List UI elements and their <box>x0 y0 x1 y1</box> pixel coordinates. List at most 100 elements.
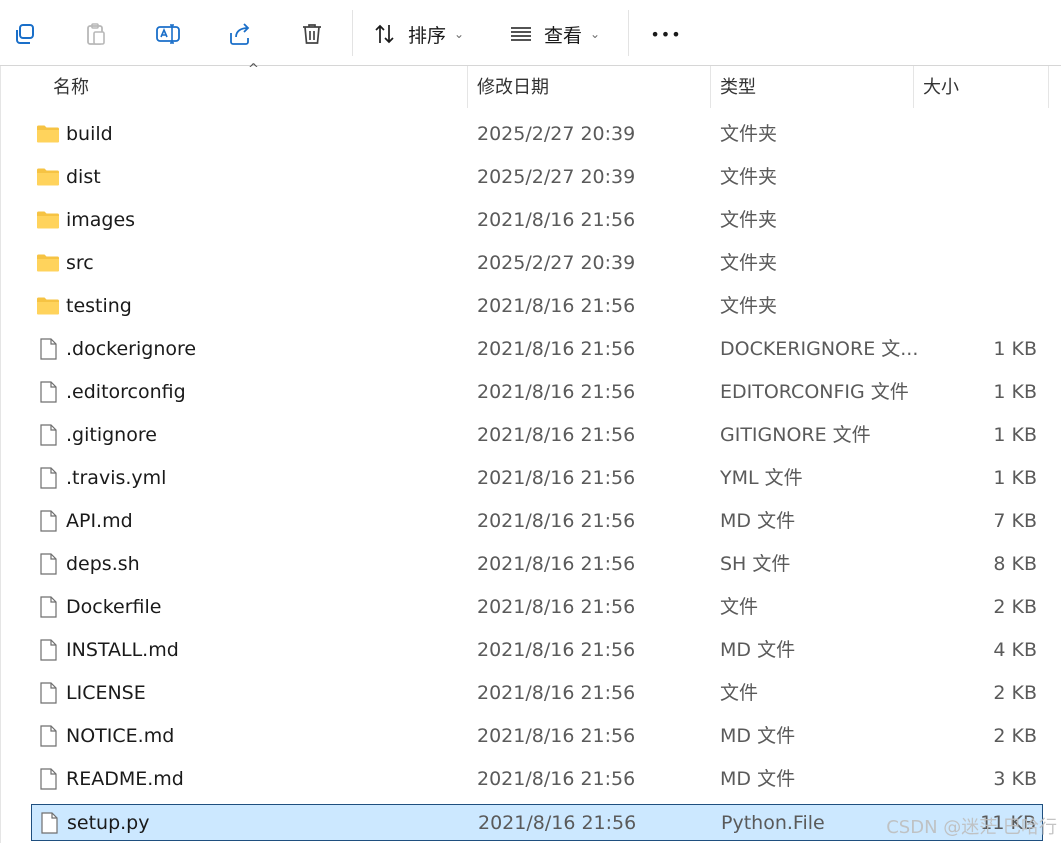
file-modified-date: 2021/8/16 21:56 <box>477 682 636 704</box>
file-icon <box>36 509 60 533</box>
folder-icon <box>36 165 60 189</box>
file-icon <box>36 767 60 791</box>
trash-icon <box>303 24 321 44</box>
file-name: .travis.yml <box>66 467 167 489</box>
column-divider[interactable] <box>467 66 468 108</box>
file-type: 文件夹 <box>720 209 778 231</box>
toolbar-separator <box>628 10 629 56</box>
file-row[interactable]: src 2025/2/27 20:39 文件夹 <box>31 245 1043 282</box>
file-type: SH 文件 <box>720 553 791 575</box>
sort-icon <box>375 24 394 44</box>
file-type: DOCKERIGNORE 文... <box>720 338 919 360</box>
file-type: 文件 <box>720 682 759 704</box>
file-type: MD 文件 <box>720 768 796 790</box>
file-modified-date: 2021/8/16 21:56 <box>477 725 636 747</box>
file-modified-date: 2021/8/16 21:56 <box>477 553 636 575</box>
rename-button[interactable] <box>152 12 184 56</box>
file-type: 文件夹 <box>720 295 778 317</box>
file-row[interactable]: API.md 2021/8/16 21:56 MD 文件 7 KB <box>31 503 1043 540</box>
file-row[interactable]: .travis.yml 2021/8/16 21:56 YML 文件 1 KB <box>31 460 1043 497</box>
file-name: Dockerfile <box>66 596 162 618</box>
file-size: 2 KB <box>993 725 1037 747</box>
file-row[interactable]: .editorconfig 2021/8/16 21:56 EDITORCONFIG… <box>31 374 1043 411</box>
file-name: images <box>66 209 136 231</box>
file-size: 3 KB <box>993 768 1037 790</box>
file-row[interactable]: NOTICE.md 2021/8/16 21:56 MD 文件 2 KB <box>31 718 1043 755</box>
file-name: src <box>66 252 94 274</box>
file-row[interactable]: Dockerfile 2021/8/16 21:56 文件 2 KB <box>31 589 1043 626</box>
folder-icon <box>36 208 60 232</box>
file-icon <box>36 337 60 361</box>
file-row[interactable]: testing 2021/8/16 21:56 文件夹 <box>31 288 1043 325</box>
file-row[interactable]: dist 2025/2/27 20:39 文件夹 <box>31 159 1043 196</box>
column-header-size[interactable]: 大小 <box>923 66 1043 108</box>
file-row[interactable]: build 2025/2/27 20:39 文件夹 <box>31 116 1043 153</box>
file-row[interactable]: deps.sh 2021/8/16 21:56 SH 文件 8 KB <box>31 546 1043 583</box>
file-size: 1 KB <box>993 338 1037 360</box>
file-modified-date: 2021/8/16 21:56 <box>477 295 636 317</box>
column-divider[interactable] <box>913 66 914 108</box>
file-row[interactable]: .gitignore 2021/8/16 21:56 GITIGNORE 文件 1 K… <box>31 417 1043 454</box>
toolbar-separator <box>352 10 353 56</box>
folder-icon <box>36 251 60 275</box>
file-icon <box>36 595 60 619</box>
copy-icon <box>16 24 34 44</box>
delete-button[interactable] <box>296 12 328 56</box>
view-list-icon <box>511 27 531 41</box>
paste-button[interactable] <box>80 12 112 56</box>
file-row[interactable]: INSTALL.md 2021/8/16 21:56 MD 文件 4 KB <box>31 632 1043 669</box>
view-button[interactable]: 查看 ⌄ <box>508 12 618 56</box>
file-modified-date: 2021/8/16 21:56 <box>478 812 637 834</box>
share-icon <box>230 23 250 45</box>
file-row[interactable]: LICENSE 2021/8/16 21:56 文件 2 KB <box>31 675 1043 712</box>
watermark: CSDN @迷茫 巴哈行 <box>886 817 1057 838</box>
column-header-name[interactable]: 名称 <box>53 66 453 108</box>
file-modified-date: 2021/8/16 21:56 <box>477 510 636 532</box>
file-size: 1 KB <box>993 467 1037 489</box>
file-name: setup.py <box>67 812 150 834</box>
file-type: 文件夹 <box>720 252 778 274</box>
file-modified-date: 2021/8/16 21:56 <box>477 381 636 403</box>
column-divider[interactable] <box>1048 66 1049 108</box>
file-icon <box>36 638 60 662</box>
file-modified-date: 2021/8/16 21:56 <box>477 639 636 661</box>
sort-button[interactable]: 排序 ⌄ <box>372 12 482 56</box>
file-name: .dockerignore <box>66 338 197 360</box>
chevron-down-icon: ⌄ <box>454 27 465 41</box>
command-bar: 排序 ⌄ 查看 ⌄ ••• <box>0 0 1061 66</box>
file-row[interactable]: .dockerignore 2021/8/16 21:56 DOCKERIGNORE… <box>31 331 1043 368</box>
file-icon <box>36 466 60 490</box>
column-divider[interactable] <box>710 66 711 108</box>
file-size: 4 KB <box>993 639 1037 661</box>
file-name: NOTICE.md <box>66 725 175 747</box>
column-header-date[interactable]: 修改日期 <box>477 66 697 108</box>
chevron-down-icon: ⌄ <box>590 27 601 41</box>
file-size: 2 KB <box>993 596 1037 618</box>
paste-icon <box>87 23 105 45</box>
file-row[interactable]: README.md 2021/8/16 21:56 MD 文件 3 KB <box>31 761 1043 798</box>
copy-button[interactable] <box>8 12 40 56</box>
sort-label: 排序 <box>408 24 447 47</box>
file-name: .gitignore <box>66 424 157 446</box>
file-type: 文件 <box>720 596 759 618</box>
file-name: README.md <box>66 768 184 790</box>
file-name: INSTALL.md <box>66 639 179 661</box>
more-icon: ••• <box>650 24 682 44</box>
file-type: 文件夹 <box>720 166 778 188</box>
file-size: 8 KB <box>993 553 1037 575</box>
file-icon <box>36 423 60 447</box>
file-row[interactable]: images 2021/8/16 21:56 文件夹 <box>31 202 1043 239</box>
more-options-button[interactable]: ••• <box>648 12 684 56</box>
folder-icon <box>36 122 60 146</box>
file-modified-date: 2021/8/16 21:56 <box>477 596 636 618</box>
share-button[interactable] <box>224 12 256 56</box>
folder-icon <box>36 294 60 318</box>
file-name: API.md <box>66 510 133 532</box>
column-header-type[interactable]: 类型 <box>720 66 900 108</box>
file-modified-date: 2021/8/16 21:56 <box>477 209 636 231</box>
file-modified-date: 2025/2/27 20:39 <box>477 166 636 188</box>
file-name: LICENSE <box>66 682 146 704</box>
file-type: EDITORCONFIG 文件 <box>720 381 909 403</box>
file-name: testing <box>66 295 132 317</box>
file-size: 2 KB <box>993 682 1037 704</box>
